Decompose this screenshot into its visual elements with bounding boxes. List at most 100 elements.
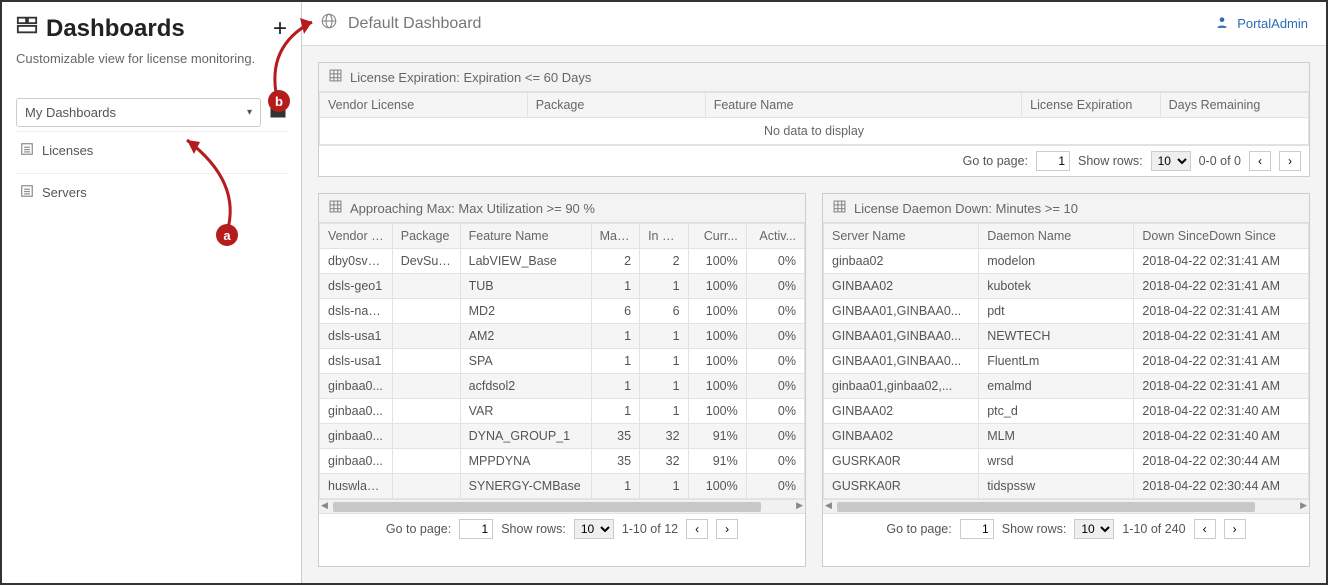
table-cell: 1 xyxy=(640,324,689,349)
col-header[interactable]: Package xyxy=(392,224,460,249)
table-cell: MLM xyxy=(979,424,1134,449)
table-row[interactable]: GINBAA02ptc_d2018-04-22 02:31:40 AM xyxy=(824,399,1309,424)
table-row[interactable]: GINBAA01,GINBAA0...pdt2018-04-22 02:31:4… xyxy=(824,299,1309,324)
table-cell: 32 xyxy=(640,449,689,474)
col-header[interactable]: Curr... xyxy=(688,224,746,249)
col-header[interactable]: Server Name xyxy=(824,224,979,249)
add-dashboard-button[interactable]: + xyxy=(273,15,287,43)
pager-rows-label: Show rows: xyxy=(1002,522,1067,536)
table-row[interactable]: GINBAA01,GINBAA0...FluentLm2018-04-22 02… xyxy=(824,349,1309,374)
table-cell: 1 xyxy=(640,349,689,374)
table-cell: 32 xyxy=(640,424,689,449)
grid-icon xyxy=(329,200,342,216)
table-cell: 1 xyxy=(640,474,689,499)
grid-icon xyxy=(833,200,846,216)
table-cell: GUSRKA0R xyxy=(824,449,979,474)
pager-next-button[interactable]: › xyxy=(716,519,738,539)
table-cell: wrsd xyxy=(979,449,1134,474)
pager-prev-button[interactable]: ‹ xyxy=(686,519,708,539)
col-header[interactable]: Feature Name xyxy=(460,224,591,249)
pager-rows-select[interactable]: 10 xyxy=(1151,151,1191,171)
horizontal-scrollbar[interactable] xyxy=(319,499,805,513)
table-row[interactable]: dsls-usa1AM211100%0% xyxy=(320,324,805,349)
pager-rows-select[interactable]: 10 xyxy=(1074,519,1114,539)
pager-daemon: Go to page: Show rows: 10 1-10 of 240 ‹ … xyxy=(823,513,1309,544)
col-header[interactable]: Feature Name xyxy=(705,93,1021,118)
table-cell: 100% xyxy=(688,374,746,399)
table-cell: 6 xyxy=(591,299,640,324)
table-row[interactable]: ginbaa0...DYNA_GROUP_1353291%0% xyxy=(320,424,805,449)
table-cell: 1 xyxy=(591,349,640,374)
table-cell: 100% xyxy=(688,474,746,499)
user-menu[interactable]: PortalAdmin xyxy=(1215,15,1308,32)
col-header[interactable]: Vendor Li... xyxy=(320,224,393,249)
table-row[interactable]: ginbaa02modelon2018-04-22 02:31:41 AM xyxy=(824,249,1309,274)
col-header[interactable]: Vendor License xyxy=(320,93,528,118)
col-header[interactable]: License Expiration xyxy=(1022,93,1160,118)
annotation-badge-a: a xyxy=(216,224,238,246)
table-cell: ginbaa0... xyxy=(320,449,393,474)
col-header[interactable]: Activ... xyxy=(746,224,804,249)
col-header[interactable]: Package xyxy=(527,93,705,118)
table-row[interactable]: dby0sv0...DevSuite...LabVIEW_Base22100%0… xyxy=(320,249,805,274)
pager-page-input[interactable] xyxy=(459,519,493,539)
table-cell: NEWTECH xyxy=(979,324,1134,349)
table-row[interactable]: ginbaa0...MPPDYNA353291%0% xyxy=(320,449,805,474)
table-cell: 100% xyxy=(688,274,746,299)
col-header[interactable]: Daemon Name xyxy=(979,224,1134,249)
table-cell: ginbaa02 xyxy=(824,249,979,274)
table-row[interactable]: GINBAA02kubotek2018-04-22 02:31:41 AM xyxy=(824,274,1309,299)
sidebar-item-licenses[interactable]: Licenses xyxy=(16,131,287,169)
table-cell: 1 xyxy=(591,474,640,499)
table-cell: 1 xyxy=(591,274,640,299)
table-row[interactable]: ginbaa0...VAR11100%0% xyxy=(320,399,805,424)
approaching-table: Vendor Li... Package Feature Name Max ..… xyxy=(319,223,805,499)
table-cell: 100% xyxy=(688,299,746,324)
table-cell: 2018-04-22 02:31:40 AM xyxy=(1134,399,1309,424)
table-cell: modelon xyxy=(979,249,1134,274)
table-cell: GINBAA02 xyxy=(824,424,979,449)
table-cell: GINBAA01,GINBAA0... xyxy=(824,299,979,324)
table-cell: huswla2... xyxy=(320,474,393,499)
table-cell: VAR xyxy=(460,399,591,424)
pager-rows-select[interactable]: 10 xyxy=(574,519,614,539)
table-cell: 0% xyxy=(746,374,804,399)
table-row[interactable]: dsls-nam1MD266100%0% xyxy=(320,299,805,324)
dashboard-selector[interactable]: My Dashboards ▾ xyxy=(16,98,261,127)
pager-page-input[interactable] xyxy=(1036,151,1070,171)
col-header[interactable]: Days Remaining xyxy=(1160,93,1308,118)
pager-prev-button[interactable]: ‹ xyxy=(1249,151,1271,171)
pager-prev-button[interactable]: ‹ xyxy=(1194,519,1216,539)
panel-license-expiration: License Expiration: Expiration <= 60 Day… xyxy=(318,62,1310,177)
table-cell: pdt xyxy=(979,299,1134,324)
table-row[interactable]: huswla2...SYNERGY-CMBase11100%0% xyxy=(320,474,805,499)
pager-next-button[interactable]: › xyxy=(1279,151,1301,171)
table-row[interactable]: ginbaa01,ginbaa02,...emalmd2018-04-22 02… xyxy=(824,374,1309,399)
pager-page-input[interactable] xyxy=(960,519,994,539)
col-header[interactable]: In Use xyxy=(640,224,689,249)
table-row[interactable]: GINBAA02MLM2018-04-22 02:31:40 AM xyxy=(824,424,1309,449)
pager-rows-label: Show rows: xyxy=(1078,154,1143,168)
horizontal-scrollbar[interactable] xyxy=(823,499,1309,513)
table-cell xyxy=(392,274,460,299)
table-cell: 100% xyxy=(688,349,746,374)
pager-expiration: Go to page: Show rows: 10 0-0 of 0 ‹ › xyxy=(319,145,1309,176)
list-icon xyxy=(20,184,34,201)
table-cell: GINBAA02 xyxy=(824,399,979,424)
table-cell: ginbaa0... xyxy=(320,424,393,449)
sidebar: Dashboards + Customizable view for licen… xyxy=(2,2,302,583)
col-header[interactable]: Max ... xyxy=(591,224,640,249)
table-row[interactable]: GUSRKA0Rwrsd2018-04-22 02:30:44 AM xyxy=(824,449,1309,474)
table-row[interactable]: GUSRKA0Rtidspssw2018-04-22 02:30:44 AM xyxy=(824,474,1309,499)
table-row[interactable]: ginbaa0...acfdsol211100%0% xyxy=(320,374,805,399)
pager-next-button[interactable]: › xyxy=(1224,519,1246,539)
sidebar-item-servers[interactable]: Servers xyxy=(16,173,287,211)
table-cell: dsls-usa1 xyxy=(320,349,393,374)
user-name: PortalAdmin xyxy=(1237,16,1308,31)
table-cell: 1 xyxy=(640,274,689,299)
table-row[interactable]: GINBAA01,GINBAA0...NEWTECH2018-04-22 02:… xyxy=(824,324,1309,349)
col-header[interactable]: Down SinceDown Since xyxy=(1134,224,1309,249)
table-cell: GINBAA01,GINBAA0... xyxy=(824,324,979,349)
table-row[interactable]: dsls-usa1SPA11100%0% xyxy=(320,349,805,374)
table-row[interactable]: dsls-geo1TUB11100%0% xyxy=(320,274,805,299)
